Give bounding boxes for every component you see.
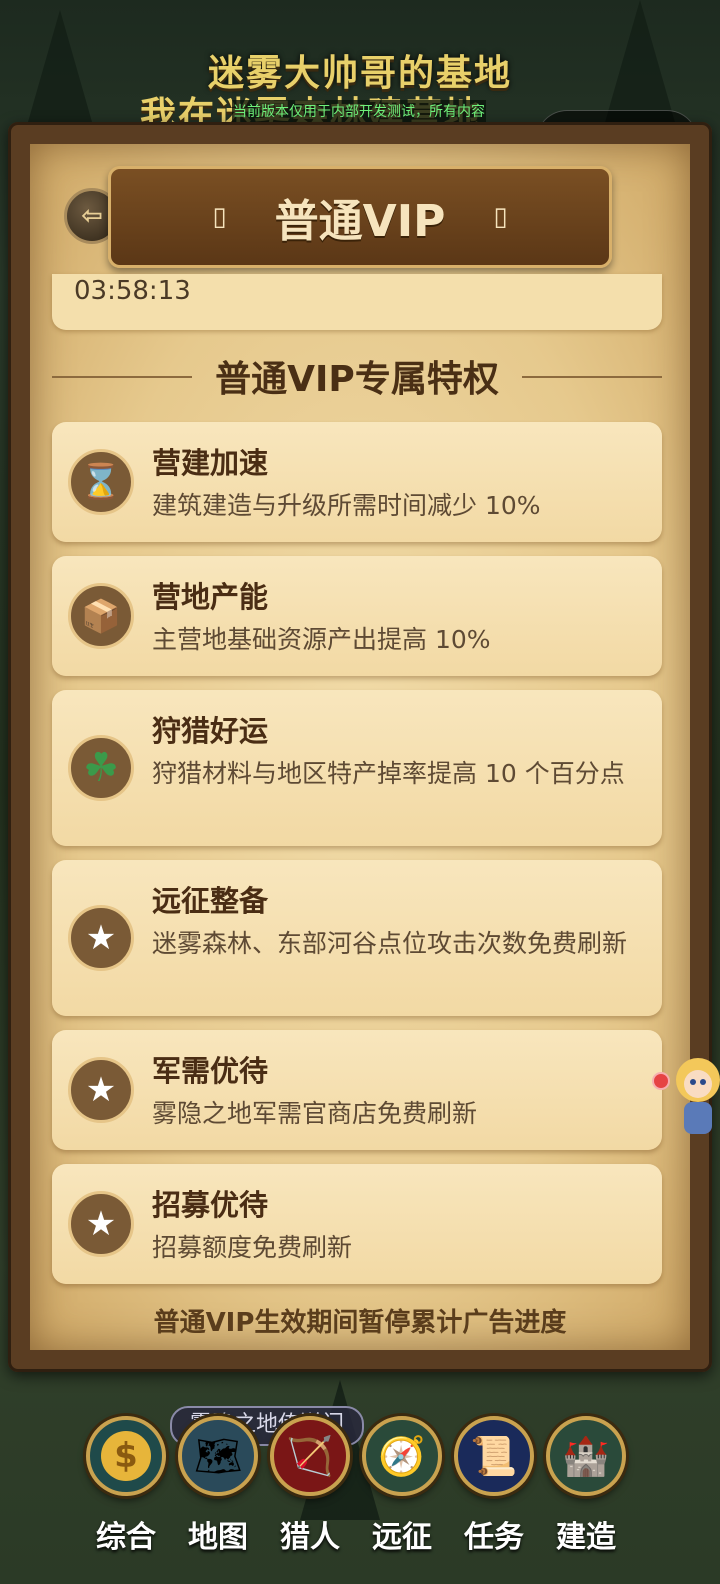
- perk-name: 军需优待: [152, 1054, 269, 1088]
- placeholder-glyph-left: ▯: [212, 202, 227, 232]
- header-banner: ▯ 普通VIP ▯: [108, 166, 612, 268]
- nav-item-overview[interactable]: $ 综合: [80, 1416, 172, 1584]
- arrow-left-icon: ⇦: [81, 201, 103, 231]
- section-title: 普通VIP专属特权: [52, 350, 662, 402]
- perk-desc: 雾隐之地军需官商店免费刷新: [152, 1099, 478, 1128]
- nav-label: 建造: [556, 1520, 616, 1555]
- section-title-text: 普通VIP专属特权: [215, 359, 499, 400]
- perk-name: 远征整备: [152, 884, 269, 918]
- vip-timer-card: 03:58:13: [52, 274, 662, 330]
- clover-icon: ☘: [68, 735, 134, 801]
- star-icon: ★: [68, 1191, 134, 1257]
- bottom-nav: $ 综合 🗺 地图 🏹 猎人 🧭 远征 📜 任务 🏰 建造: [0, 1416, 720, 1584]
- nav-label: 综合: [96, 1520, 156, 1555]
- divider-line: [52, 376, 192, 378]
- nav-label: 远征: [372, 1520, 432, 1555]
- perk-desc: 迷雾森林、东部河谷点位攻击次数免费刷新: [152, 929, 628, 958]
- map-icon: 🗺: [178, 1416, 258, 1496]
- notification-dot: [652, 1072, 670, 1090]
- nav-item-tasks[interactable]: 📜 任务: [448, 1416, 540, 1584]
- nav-item-build[interactable]: 🏰 建造: [540, 1416, 632, 1584]
- footer-note: 普通VIP生效期间暂停累计广告进度: [153, 1308, 567, 1338]
- perk-name: 招募优待: [152, 1188, 269, 1222]
- scroll-icon: 📜: [454, 1416, 534, 1496]
- nav-item-hunter[interactable]: 🏹 猎人: [264, 1416, 356, 1584]
- crate-icon: 📦: [68, 583, 134, 649]
- assistant-character-icon[interactable]: [670, 1054, 720, 1142]
- bow-icon: 🏹: [270, 1416, 350, 1496]
- placeholder-glyph-right: ▯: [493, 202, 508, 232]
- castle-icon: 🏰: [546, 1416, 626, 1496]
- perk-desc: 狩猎材料与地区特产掉率提高 10 个百分点: [152, 759, 625, 788]
- hourglass-icon: ⌛: [68, 449, 134, 515]
- perk-name: 营地产能: [152, 580, 269, 614]
- compass-icon: 🧭: [362, 1416, 442, 1496]
- perk-card-production: 📦 营地产能 主营地基础资源产出提高 10%: [52, 556, 662, 676]
- nav-item-expedition[interactable]: 🧭 远征: [356, 1416, 448, 1584]
- divider-line: [522, 376, 662, 378]
- perk-name: 营建加速: [152, 446, 269, 480]
- nav-label: 任务: [464, 1520, 524, 1555]
- perk-card-hunting-luck: ☘ 狩猎好运 狩猎材料与地区特产掉率提高 10 个百分点: [52, 690, 662, 846]
- nav-label: 猎人: [280, 1520, 340, 1555]
- perk-desc: 建筑建造与升级所需时间减少 10%: [152, 491, 541, 520]
- nav-item-map[interactable]: 🗺 地图: [172, 1416, 264, 1584]
- perk-desc: 招募额度免费刷新: [152, 1233, 353, 1262]
- perk-desc: 主营地基础资源产出提高 10%: [152, 625, 491, 654]
- perk-card-recruit: ★ 招募优待 招募额度免费刷新: [52, 1164, 662, 1284]
- nav-label: 地图: [188, 1520, 248, 1555]
- star-icon: ★: [68, 905, 134, 971]
- perk-name: 狩猎好运: [152, 714, 269, 748]
- star-icon: ★: [68, 1057, 134, 1123]
- perk-card-expedition-prep: ★ 远征整备 迷雾森林、东部河谷点位攻击次数免费刷新: [52, 860, 662, 1016]
- coin-icon: $: [86, 1416, 166, 1496]
- vip-remaining-time: 03:58:13: [74, 276, 191, 306]
- page-title: 普通VIP: [274, 196, 446, 247]
- perk-card-quartermaster: ★ 军需优待 雾隐之地军需官商店免费刷新: [52, 1030, 662, 1150]
- perk-card-build-speed: ⌛ 营建加速 建筑建造与升级所需时间减少 10%: [52, 422, 662, 542]
